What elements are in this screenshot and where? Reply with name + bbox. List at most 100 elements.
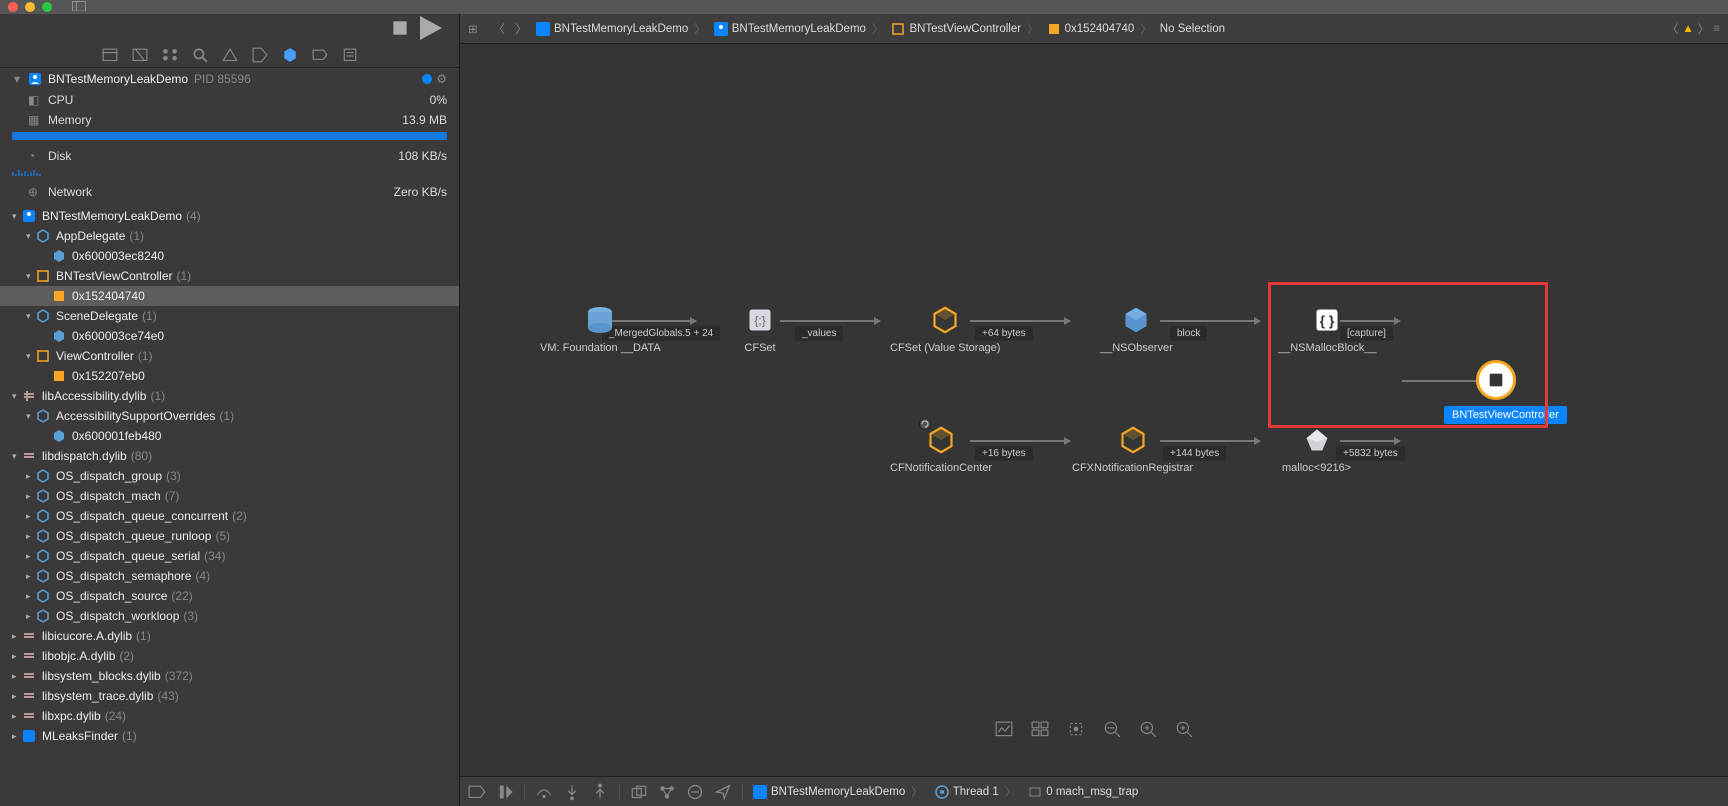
tree-libaccessibility[interactable]: ▾libAccessibility.dylib(1) xyxy=(0,386,459,406)
cpu-metric-row[interactable]: ◧ CPU 0% xyxy=(0,90,459,110)
tree-disp-qc[interactable]: ▸OS_dispatch_queue_concurrent(2) xyxy=(0,506,459,526)
breakpoint-icon[interactable] xyxy=(312,48,328,62)
tree-scenedelegate[interactable]: ▾SceneDelegate(1) xyxy=(0,306,459,326)
tree-libtrace[interactable]: ▸libsystem_trace.dylib(43) xyxy=(0,686,459,706)
step-over-button[interactable] xyxy=(535,783,553,801)
step-into-button[interactable] xyxy=(563,783,581,801)
search-icon[interactable] xyxy=(192,48,208,62)
tree-scenedelegate-addr[interactable]: 0x600003ce74e0 xyxy=(0,326,459,346)
debug-view-hierarchy-button[interactable] xyxy=(630,783,648,801)
tree-libicucore[interactable]: ▸libicucore.A.dylib(1) xyxy=(0,626,459,646)
nav-icon-1[interactable] xyxy=(102,48,118,62)
memory-value: 13.9 MB xyxy=(402,113,447,127)
node-cfxregistrar[interactable]: CFXNotificationRegistrar xyxy=(1072,422,1193,474)
close-window-button[interactable] xyxy=(8,2,18,12)
node-cfnotificationcenter[interactable]: CFNotificationCenter xyxy=(890,422,992,474)
tree-mleaks[interactable]: ▸MLeaksFinder(1) xyxy=(0,726,459,746)
canvas-grid-button[interactable] xyxy=(1031,720,1049,738)
crumb-2[interactable]: BNTestMemoryLeakDemo〉 xyxy=(714,21,886,37)
tree-disp-wl[interactable]: ▸OS_dispatch_workloop(3) xyxy=(0,606,459,626)
tree-disp-mach[interactable]: ▸OS_dispatch_mach(7) xyxy=(0,486,459,506)
report-icon[interactable] xyxy=(342,48,358,62)
tree-disp-sem[interactable]: ▸OS_dispatch_semaphore(4) xyxy=(0,566,459,586)
memory-metric-row[interactable]: ▦ Memory 13.9 MB xyxy=(0,110,459,130)
tree-viewcontroller-addr[interactable]: 0x152207eb0 xyxy=(0,366,459,386)
nav-forward-button[interactable]: 〉 xyxy=(512,21,530,37)
simulate-location-button[interactable] xyxy=(714,783,732,801)
warning-icon[interactable] xyxy=(222,48,238,62)
gear-icon[interactable]: ⚙ xyxy=(436,72,447,86)
crumb-4[interactable]: 0x152404740〉 xyxy=(1047,21,1154,37)
tag-icon[interactable] xyxy=(252,48,268,62)
zoom-in-button[interactable] xyxy=(1175,720,1193,738)
debug-crumb-process[interactable]: BNTestMemoryLeakDemo〉 xyxy=(753,784,925,800)
debug-navigator-icon[interactable] xyxy=(282,48,298,62)
memory-graph-canvas[interactable]: _MergedGlobals.5 + 24 _values +64 bytes … xyxy=(460,44,1728,776)
edge-label-block: block xyxy=(1170,326,1207,341)
tree-accoverrides-addr[interactable]: 0x600001feb480 xyxy=(0,426,459,446)
toggle-breakpoints-button[interactable] xyxy=(468,783,486,801)
canvas-thumbnail-button[interactable] xyxy=(995,720,1013,738)
node-cfset[interactable]: {;} CFSet xyxy=(742,302,778,354)
zoom-out-button[interactable] xyxy=(1103,720,1121,738)
crumb-5[interactable]: No Selection xyxy=(1160,23,1225,35)
edge-label-values: _values xyxy=(795,326,843,341)
tree-libxpc[interactable]: ▸libxpc.dylib(24) xyxy=(0,706,459,726)
nav-icon-2[interactable] xyxy=(132,48,148,62)
disk-sparkline xyxy=(12,168,447,176)
node-malloc9216[interactable]: malloc<9216> xyxy=(1282,422,1351,474)
pause-continue-button[interactable] xyxy=(496,783,514,801)
network-metric-row[interactable]: ⊕ Network Zero KB/s xyxy=(0,182,459,202)
maximize-window-button[interactable] xyxy=(42,2,52,12)
tree-libdispatch[interactable]: ▾libdispatch.dylib(80) xyxy=(0,446,459,466)
disk-metric-row[interactable]: ◔ Disk 108 KB/s xyxy=(0,146,459,166)
crumb-1[interactable]: BNTestMemoryLeakDemo〉 xyxy=(536,21,708,37)
debug-crumb-frame[interactable]: 0 mach_msg_trap xyxy=(1028,785,1138,799)
process-header[interactable]: ▾ BNTestMemoryLeakDemo PID 85596 ⚙ xyxy=(0,68,459,90)
node-nsobserver[interactable]: __NSObserver xyxy=(1100,302,1173,354)
cpu-label: CPU xyxy=(48,93,73,107)
nav-back-button[interactable]: 〈 xyxy=(490,21,508,37)
node-cfset-storage[interactable]: CFSet (Value Storage) xyxy=(890,302,1000,354)
tree-libobjc[interactable]: ▸libobjc.A.dylib(2) xyxy=(0,646,459,666)
tree-disp-group[interactable]: ▸OS_dispatch_group(3) xyxy=(0,466,459,486)
environment-overrides-button[interactable] xyxy=(686,783,704,801)
tree-disp-serial[interactable]: ▸OS_dispatch_queue_serial(34) xyxy=(0,546,459,566)
canvas-controls xyxy=(995,720,1193,738)
tree-appdelegate-addr[interactable]: 0x600003ec8240 xyxy=(0,246,459,266)
process-name: BNTestMemoryLeakDemo xyxy=(48,72,188,86)
frame-icon xyxy=(1028,785,1042,799)
svg-text:{;}: {;} xyxy=(754,313,766,327)
crumb-3[interactable]: BNTestViewController〉 xyxy=(891,21,1040,37)
tree-disp-rl[interactable]: ▸OS_dispatch_queue_runloop(5) xyxy=(0,526,459,546)
step-out-button[interactable] xyxy=(591,783,609,801)
stop-button[interactable] xyxy=(392,20,408,36)
tree-app-root[interactable]: ▾BNTestMemoryLeakDemo(4) xyxy=(0,206,459,226)
tree-viewcontroller[interactable]: ▾ViewController(1) xyxy=(0,346,459,366)
tree-accoverrides[interactable]: ▾AccessibilitySupportOverrides(1) xyxy=(0,406,459,426)
tree-disp-src[interactable]: ▸OS_dispatch_source(22) xyxy=(0,586,459,606)
minimize-window-button[interactable] xyxy=(25,2,35,12)
tree-libblocks[interactable]: ▸libsystem_blocks.dylib(372) xyxy=(0,666,459,686)
nav-icon-3[interactable] xyxy=(162,48,178,62)
network-label: Network xyxy=(48,185,92,199)
app-icon xyxy=(28,72,42,86)
related-items-icon[interactable]: ⊞ xyxy=(468,22,484,36)
disk-icon: ◔ xyxy=(28,149,42,163)
editor-options-icon[interactable]: ≡ xyxy=(1713,23,1720,35)
node-vm-foundation[interactable]: VM: Foundation __DATA xyxy=(540,302,661,354)
debug-crumb-thread[interactable]: Thread 1〉 xyxy=(935,784,1019,800)
memory-icon: ▦ xyxy=(28,113,42,127)
jump-forward-icon[interactable]: 〉 xyxy=(1698,21,1710,37)
debug-memory-graph-button[interactable] xyxy=(658,783,676,801)
breadcrumb-bar: ⊞ 〈 〉 BNTestMemoryLeakDemo〉 BNTestMemory… xyxy=(460,14,1728,44)
tree-appdelegate[interactable]: ▾AppDelegate(1) xyxy=(0,226,459,246)
run-button[interactable] xyxy=(416,14,444,42)
tree-bntestvc[interactable]: ▾BNTestViewController(1) xyxy=(0,266,459,286)
canvas-focus-button[interactable] xyxy=(1067,720,1085,738)
jump-back-icon[interactable]: 〈 xyxy=(1667,21,1679,37)
sidebar-toggle-icon[interactable] xyxy=(72,0,86,14)
warning-triangle-icon[interactable]: ▲ xyxy=(1682,23,1693,35)
zoom-reset-button[interactable] xyxy=(1139,720,1157,738)
tree-bntestvc-addr[interactable]: 0x152404740 xyxy=(0,286,459,306)
